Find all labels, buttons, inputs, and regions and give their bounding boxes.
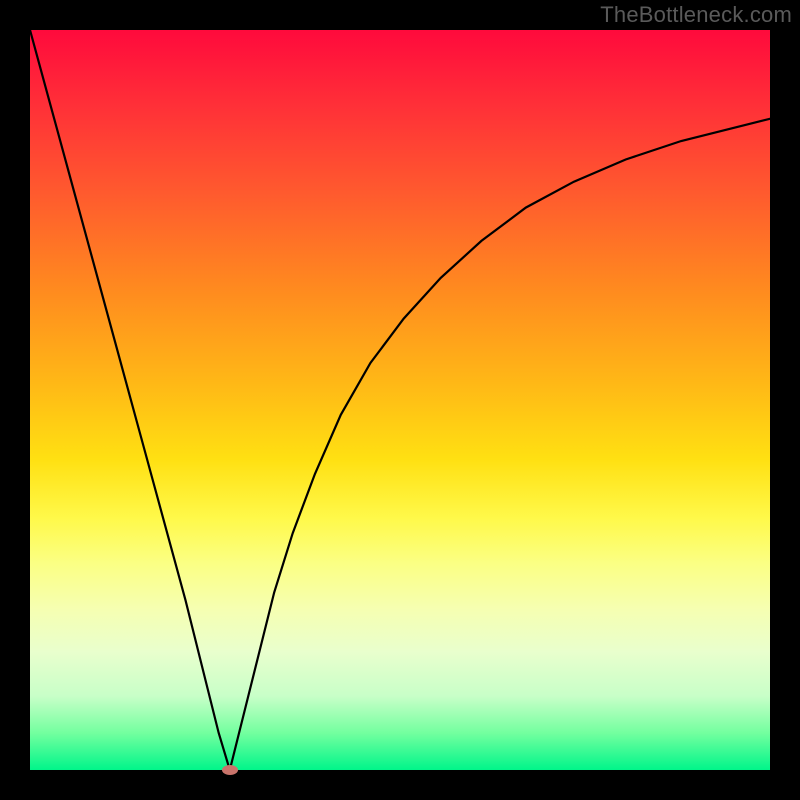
minimum-marker (222, 765, 238, 775)
watermark-text: TheBottleneck.com (600, 2, 792, 28)
bottleneck-curve (30, 30, 770, 770)
plot-area (30, 30, 770, 770)
chart-frame: TheBottleneck.com (0, 0, 800, 800)
